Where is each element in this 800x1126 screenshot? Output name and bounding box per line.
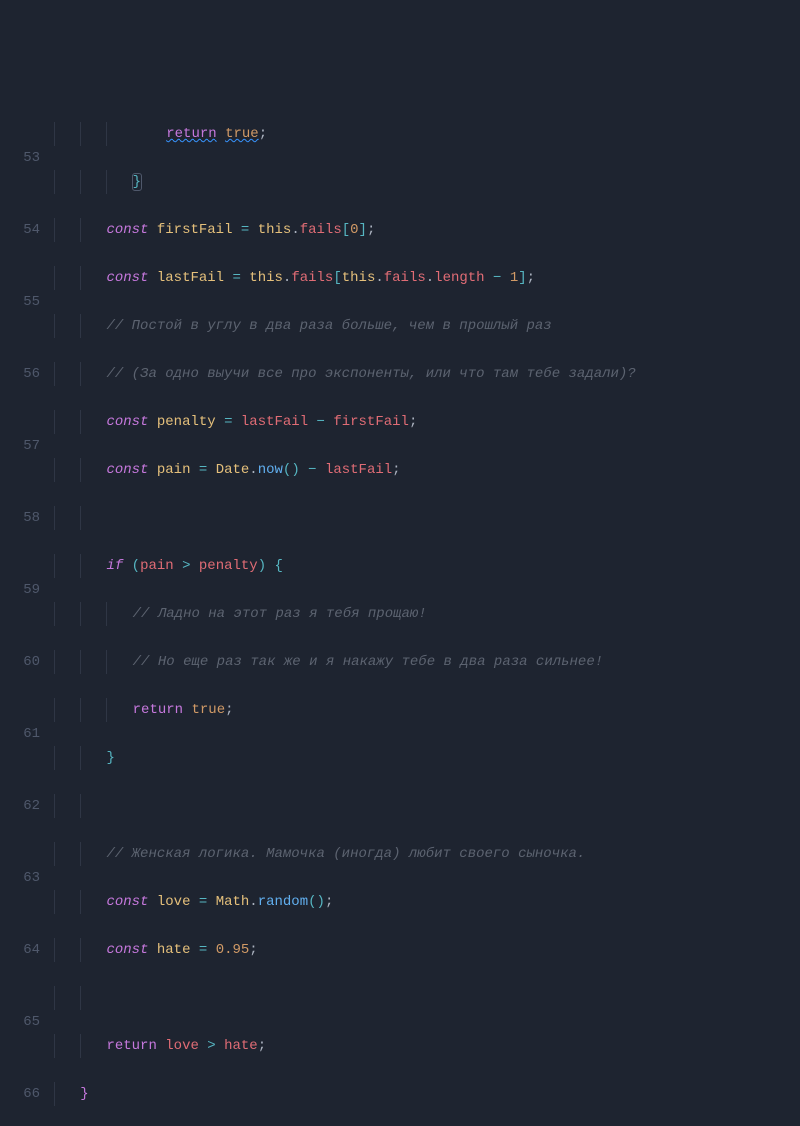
brace-open: { [275,558,283,574]
code-line[interactable]: const love = Math.random(); [54,890,800,914]
class-Math: Math [216,894,250,910]
code-line[interactable]: // (За одно выучи все про экспоненты, ил… [54,362,800,386]
keyword-this: this [258,222,292,238]
brace-close: } [106,750,114,766]
var-lastFail: lastFail [157,270,224,286]
code-area[interactable]: return true; } const firstFail = this.fa… [54,96,800,659]
code-line[interactable]: const lastFail = this.fails[this.fails.l… [54,266,800,290]
prop-length: length [434,270,484,286]
line-number: 64 [0,938,40,962]
var-pain: pain [157,462,191,478]
line-number: 62 [0,794,40,818]
comment: // Постой в углу в два раза больше, чем … [106,318,551,334]
var-love: love [157,894,191,910]
code-editor[interactable]: 53 54 55 56 57 58 59 60 61 62 63 64 65 6… [0,96,800,659]
keyword-return: return [133,702,183,718]
code-line[interactable]: const firstFail = this.fails[0]; [54,218,800,242]
code-line[interactable] [54,506,800,530]
line-number: 54 [0,218,40,242]
code-line[interactable]: return true; [54,122,800,146]
code-line[interactable]: } [54,170,800,194]
line-number: 63 [0,866,40,890]
prop-fails: fails [300,222,342,238]
line-number: 56 [0,362,40,386]
code-line[interactable] [54,794,800,818]
class-Date: Date [216,462,250,478]
line-number: 59 [0,578,40,602]
code-line[interactable]: } [54,746,800,770]
method-random: random [258,894,308,910]
code-line[interactable]: return love > hate; [54,1034,800,1058]
line-number: 57 [0,434,40,458]
var-penalty: penalty [157,414,216,430]
line-number: 53 [0,146,40,170]
code-line[interactable]: return true; [54,698,800,722]
keyword-return: return [166,126,216,142]
number-literal: 0.95 [216,942,250,958]
comment: // Ладно на этот раз я тебя прощаю! [133,606,427,622]
code-line[interactable]: if (pain > penalty) { [54,554,800,578]
code-line[interactable]: const pain = Date.now() − lastFail; [54,458,800,482]
comment: // Женская логика. Мамочка (иногда) люби… [106,846,585,862]
op-eq: = [241,222,249,238]
number-zero: 0 [350,222,358,238]
line-number: 58 [0,506,40,530]
line-number-gutter: 53 54 55 56 57 58 59 60 61 62 63 64 65 6… [0,96,54,659]
keyword-return: return [106,1038,156,1054]
code-line[interactable] [54,986,800,1010]
semicolon: ; [259,126,267,142]
code-line[interactable]: const hate = 0.95; [54,938,800,962]
code-line[interactable]: // Женская логика. Мамочка (иногда) люби… [54,842,800,866]
keyword-if: if [106,558,123,574]
brace-close: } [133,174,141,190]
var-firstFail: firstFail [157,222,233,238]
method-now: now [258,462,283,478]
code-line[interactable]: // Но еще раз так же и я накажу тебе в д… [54,650,800,674]
line-number: 60 [0,650,40,674]
comment: // (За одно выучи все про экспоненты, ил… [106,366,635,382]
code-line[interactable]: const penalty = lastFail − firstFail; [54,410,800,434]
line-number: 55 [0,290,40,314]
var-hate: hate [157,942,191,958]
boolean-true: true [191,702,225,718]
line-number: 65 [0,1010,40,1034]
code-line[interactable]: } [54,1082,800,1106]
code-line[interactable]: // Постой в углу в два раза больше, чем … [54,314,800,338]
brace-close: } [80,1086,88,1102]
keyword-const: const [106,222,148,238]
comment: // Но еще раз так же и я накажу тебе в д… [133,654,603,670]
boolean-true: true [225,126,259,142]
code-line[interactable]: // Ладно на этот раз я тебя прощаю! [54,602,800,626]
line-number: 61 [0,722,40,746]
line-number: 66 [0,1082,40,1106]
